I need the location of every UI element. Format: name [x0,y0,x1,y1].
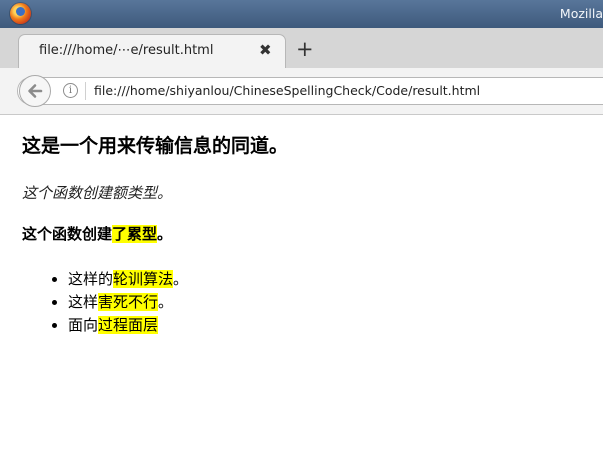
info-icon[interactable]: i [63,83,78,98]
list-item: 这样害死不行。 [68,291,188,314]
list-item-text: 这样 [68,293,99,311]
url-text[interactable]: file:///home/shiyanlou/ChineseSpellingCh… [94,83,480,98]
window-title: Mozilla [559,6,603,21]
title-bar: Mozilla [0,0,603,28]
list-item-text: 这样的 [68,270,114,288]
bold-sentence-punctuation: 。 [157,225,173,243]
highlighted-correction: 了累型 [112,225,158,243]
highlighted-correction: 轮训算法 [113,270,174,288]
browser-window: Mozilla file:///home/⋯e/result.html ✖ + … [0,0,603,473]
page-heading: 这是一个用来传输信息的同道。 [22,135,289,157]
navigation-toolbar: i file:///home/shiyanlou/ChineseSpelling… [0,68,603,115]
list-item-punctuation: 。 [173,270,189,288]
sentence-list: 这样的轮训算法。 这样害死不行。 面向过程面层 [48,268,188,337]
back-arrow-icon [28,84,43,98]
list-item: 面向过程面层 [68,314,188,337]
firefox-logo-icon[interactable] [10,3,31,24]
tab-strip: file:///home/⋯e/result.html ✖ + [0,28,603,68]
italic-sentence: 这个函数创建额类型。 [22,184,173,202]
highlighted-correction: 害死不行 [98,293,159,311]
page-content: 这是一个用来传输信息的同道。 这个函数创建额类型。 这个函数创建了累型。 这样的… [0,115,603,473]
list-item: 这样的轮训算法。 [68,268,188,291]
bold-sentence: 这个函数创建了累型。 [22,223,172,244]
tab-label: file:///home/⋯e/result.html [39,43,214,58]
close-icon[interactable]: ✖ [259,41,272,59]
url-divider [85,82,86,100]
tab-result-html[interactable]: file:///home/⋯e/result.html ✖ [18,34,286,68]
bold-sentence-text: 这个函数创建 [22,225,113,243]
highlighted-correction: 过程面层 [98,316,159,334]
plus-icon[interactable]: + [296,39,314,60]
list-item-punctuation: 。 [158,293,174,311]
back-button[interactable] [19,75,51,107]
list-item-text: 面向 [68,316,99,334]
